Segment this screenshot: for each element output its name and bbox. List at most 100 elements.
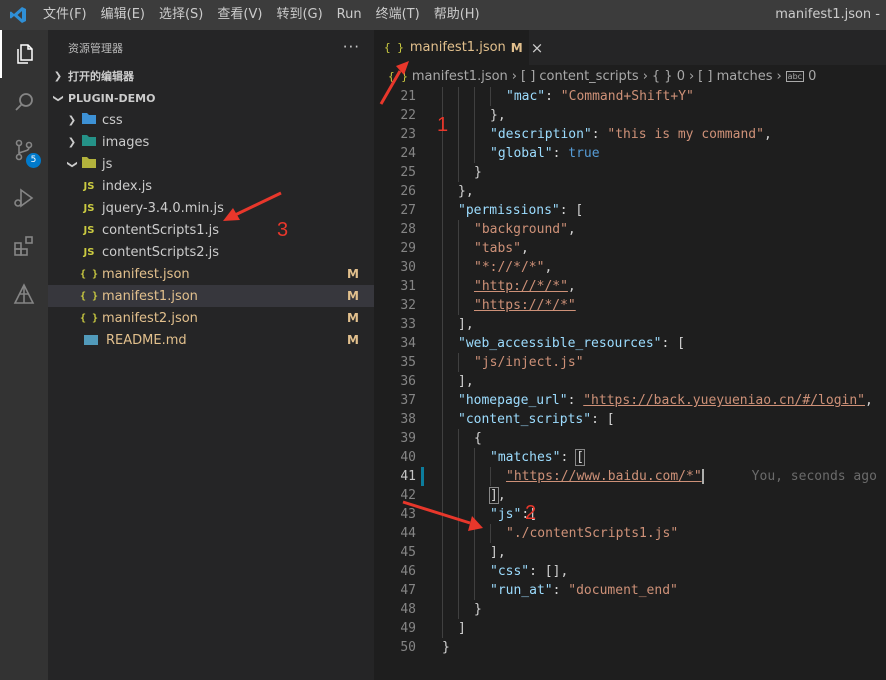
indent-guide (458, 581, 459, 600)
code-token: "matches" (490, 450, 561, 465)
code-token: : (552, 583, 569, 598)
indent-guide (442, 524, 443, 543)
menu-item[interactable]: 编辑(E) (94, 0, 152, 30)
remote-explorer-icon[interactable] (0, 270, 48, 318)
code-line: 34 "web_accessible_resources": [ (374, 334, 886, 353)
indent-guide (442, 467, 443, 486)
chevron-right-icon: › (688, 68, 695, 84)
code-text: "http://*/*", (474, 277, 576, 296)
tree-item-label: README.md (106, 332, 187, 348)
code-token: ] (458, 621, 466, 636)
tree-item[interactable]: { } manifest1.json M (48, 285, 374, 307)
code-text: "global": true (490, 144, 600, 163)
code-text: "homepage_url": "https://back.yueyueniao… (458, 391, 873, 410)
code-token: : (545, 89, 561, 104)
tree-item[interactable]: ❯ js (48, 153, 374, 175)
indent-guide (442, 87, 443, 106)
code-token: "background" (474, 222, 568, 237)
breadcrumb-item[interactable]: 0 (808, 69, 816, 84)
tree-item[interactable]: JS contentScripts2.js (48, 241, 374, 263)
indent-guide (442, 505, 443, 524)
chevron-right-icon: › (642, 68, 648, 84)
code-editor[interactable]: 21 "mac": "Command+Shift+Y" 22}, 23 "descrip… (374, 87, 886, 680)
code-text: } (474, 600, 482, 619)
indent-guide (458, 600, 459, 619)
line-number: 21 (400, 89, 416, 104)
project-section[interactable]: ❯ PLUGIN-DEMO (48, 87, 374, 109)
line-number: 24 (400, 146, 416, 161)
code-token: , (763, 127, 772, 142)
tree-item[interactable]: README.md M (48, 329, 374, 351)
code-text: "permissions": [ (458, 201, 583, 220)
run-debug-icon[interactable] (0, 174, 48, 222)
indent-guide (458, 543, 459, 562)
menu-item[interactable]: 文件(F) (36, 0, 94, 30)
code-line: 39 { (374, 429, 886, 448)
menu-item[interactable]: 帮助(H) (427, 0, 487, 30)
breadcrumb-item[interactable]: [ ] content_scripts (521, 69, 639, 84)
open-editors-section[interactable]: ❯ 打开的编辑器 (48, 65, 374, 87)
js-file-icon: JS (83, 180, 95, 192)
vscode-logo-icon (0, 0, 36, 30)
menu-item[interactable]: 选择(S) (152, 0, 210, 30)
tree-item[interactable]: JS jquery-3.4.0.min.js (48, 197, 374, 219)
code-token: "homepage_url" (458, 393, 568, 408)
breadcrumb-item[interactable]: [ ] matches (698, 69, 772, 84)
tab-close-icon[interactable]: × (531, 39, 544, 57)
breadcrumb-item[interactable]: manifest1.json (412, 69, 508, 84)
indent-guide (490, 467, 491, 486)
code-token: : (552, 146, 569, 161)
indent-guide (442, 429, 443, 448)
source-control-icon[interactable]: 5 (0, 126, 48, 174)
file-tree: ❯ css ❯ images ❯ js JS index.js JS jquery-3.4.0.m… (48, 109, 374, 351)
menu-item[interactable]: 查看(V) (210, 0, 269, 30)
code-text: "./contentScripts1.js" (506, 524, 678, 543)
tree-item[interactable]: { } manifest2.json M (48, 307, 374, 329)
tree-item[interactable]: ❯ images (48, 131, 374, 153)
line-number: 45 (400, 545, 416, 560)
tab-manifest1-json[interactable]: { } manifest1.json M × (374, 30, 543, 65)
tree-item[interactable]: { } manifest.json M (48, 263, 374, 285)
indent-guide (442, 372, 443, 391)
tree-item[interactable]: JS contentScripts1.js (48, 219, 374, 241)
extensions-icon[interactable] (0, 222, 48, 270)
css-folder-icon (80, 112, 98, 128)
code-text: "background", (474, 220, 576, 239)
code-token: "*://*/*" (474, 260, 545, 275)
line-number: 31 (400, 279, 416, 294)
code-line: 33], (374, 315, 886, 334)
code-line: 36], (374, 372, 886, 391)
tree-item-label: manifest.json (102, 266, 190, 282)
indent-guide (458, 467, 459, 486)
code-token: : [ (591, 412, 615, 427)
line-number: 39 (400, 431, 416, 446)
menu-item[interactable]: 转到(G) (269, 0, 329, 30)
code-token: } (442, 640, 450, 655)
code-token: ] (489, 487, 499, 504)
indent-guide (442, 239, 443, 258)
code-line: 32 "https://*/*" (374, 296, 886, 315)
code-token: ], (458, 374, 474, 389)
indent-guide (474, 87, 475, 106)
indent-guide (474, 448, 475, 467)
code-text: "run_at": "document_end" (490, 581, 678, 600)
code-text: ] (458, 619, 466, 638)
code-token: "mac" (506, 89, 546, 104)
line-number: 26 (400, 184, 416, 199)
indent-guide (474, 144, 475, 163)
code-text: "*://*/*", (474, 258, 552, 277)
tree-item[interactable]: ❯ css (48, 109, 374, 131)
code-text: "https://www.baidu.com/*" You, seconds ag… (506, 467, 886, 486)
more-actions-icon[interactable]: ··· (343, 38, 360, 56)
menu-item[interactable]: 终端(T) (369, 0, 427, 30)
menu-item[interactable]: Run (330, 0, 369, 30)
explorer-icon[interactable] (0, 30, 48, 78)
line-number: 50 (400, 640, 416, 655)
tree-item[interactable]: JS index.js (48, 175, 374, 197)
line-number: 28 (400, 222, 416, 237)
search-icon[interactable] (0, 78, 48, 126)
code-token: "./contentScripts1.js" (506, 526, 679, 541)
indent-guide (458, 277, 459, 296)
breadcrumb-item[interactable]: { } 0 (652, 69, 685, 84)
code-line: 25} (374, 163, 886, 182)
